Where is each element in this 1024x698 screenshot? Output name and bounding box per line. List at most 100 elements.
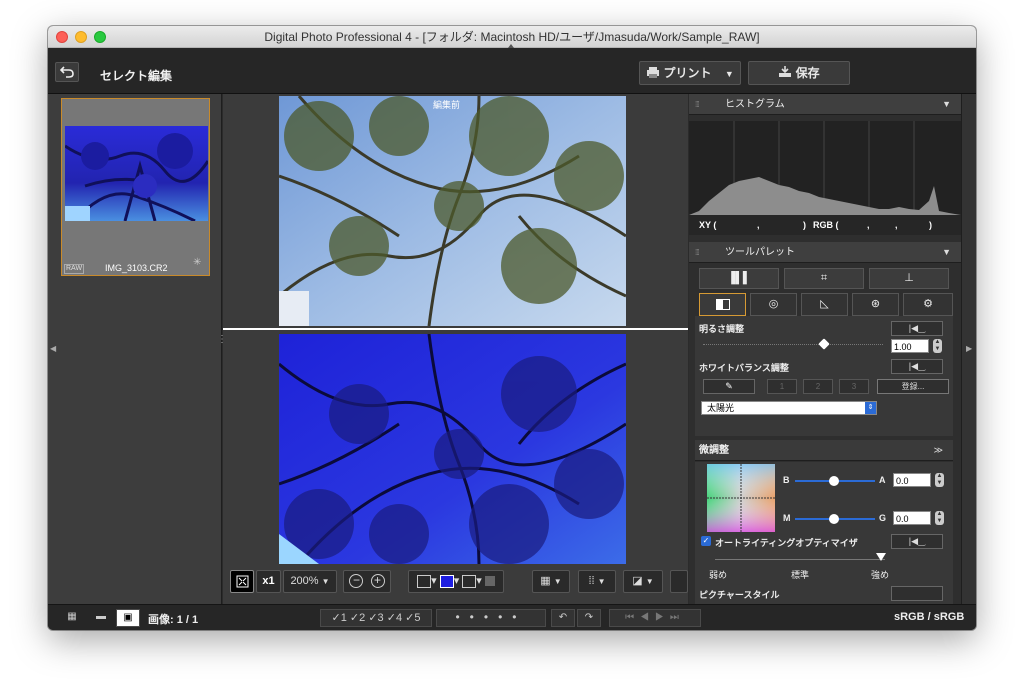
zoom-select[interactable]: 200% ▼ bbox=[283, 570, 337, 593]
highlight-warning-button[interactable]: ◪ ▼ bbox=[623, 570, 663, 593]
save-button[interactable]: 保存 bbox=[748, 61, 850, 85]
alo-reset-button[interactable]: |◀‿ bbox=[891, 534, 943, 549]
xy-separator: , bbox=[757, 220, 760, 230]
double-chevron-down-icon[interactable]: ≫ bbox=[934, 440, 943, 461]
close-window-button[interactable] bbox=[56, 31, 68, 43]
tab-settings[interactable]: ⚙ bbox=[903, 293, 953, 316]
fine-tune-header[interactable]: 微調整 ≫ bbox=[695, 440, 953, 461]
rotate-right-button[interactable]: ↷ bbox=[577, 609, 601, 627]
tab-stamp[interactable]: ⊥ bbox=[869, 268, 949, 289]
pane-resize-handle[interactable]: ⋮ bbox=[217, 334, 227, 345]
wb-slot-2[interactable]: 2 bbox=[803, 379, 833, 394]
left-collapse-icon[interactable]: ◀ bbox=[50, 344, 56, 353]
image-viewer: ⋮ 編集前 x1 200% ▼ − + ▾ ▾ ▾ ▦ ▼ ⁞⁞ ▼ ◪ ▼ bbox=[217, 94, 688, 604]
alo-label: オートライティングオプティマイザ bbox=[715, 538, 858, 548]
last-image-icon[interactable]: ⏭ bbox=[670, 612, 685, 623]
zoom-out-icon[interactable]: − bbox=[349, 574, 364, 589]
compare-divider[interactable] bbox=[223, 328, 688, 330]
tool-palette-header[interactable]: ⁞⁞⁞ ツールパレット ▼ bbox=[689, 242, 961, 263]
first-image-icon[interactable]: ⏮ bbox=[625, 612, 640, 623]
a-input[interactable]: 0.0 bbox=[893, 473, 931, 487]
tab-basic-adjust[interactable]: ▐▌▌ bbox=[699, 268, 779, 289]
wb-slot-1[interactable]: 1 bbox=[767, 379, 797, 394]
eyedropper-button[interactable]: ✎ bbox=[703, 379, 755, 394]
brightness-input[interactable]: 1.00 bbox=[891, 339, 929, 353]
navigation-buttons[interactable]: ⏮◀▶⏭ bbox=[609, 609, 701, 627]
zoom-in-icon[interactable]: + bbox=[370, 574, 385, 589]
brightness-stepper[interactable]: ▲ ▼ bbox=[933, 339, 942, 353]
drag-grip-icon[interactable]: ⁞⁞⁞ bbox=[695, 94, 700, 115]
b-a-slider-knob[interactable] bbox=[829, 476, 839, 486]
collapse-icon[interactable]: ▼ bbox=[942, 242, 951, 263]
gear-icon: ⚙ bbox=[923, 298, 933, 310]
rating-5[interactable]: ✓5 bbox=[405, 612, 420, 624]
right-collapse-icon[interactable]: ▶ bbox=[966, 344, 972, 353]
layout-horizontal-split-icon[interactable] bbox=[462, 574, 477, 588]
fit-screen-icon bbox=[236, 575, 248, 588]
chevron-down-icon: ▼ bbox=[321, 577, 330, 586]
brightness-slider-knob[interactable] bbox=[818, 338, 830, 350]
fit-screen-button[interactable] bbox=[230, 570, 254, 593]
alo-slider-knob[interactable] bbox=[876, 553, 886, 561]
grid-button[interactable]: ▦ ▼ bbox=[532, 570, 570, 593]
grid-icon: ▦ bbox=[540, 575, 551, 587]
wb-slot-3[interactable]: 3 bbox=[839, 379, 869, 394]
rotate-right-icon: ↷ bbox=[584, 612, 594, 623]
alo-checkbox[interactable]: ✓ bbox=[701, 536, 711, 546]
zoom-1x-button[interactable]: x1 bbox=[256, 570, 281, 593]
chevron-down-icon[interactable]: ▼ bbox=[725, 69, 734, 79]
wb-preset-select[interactable]: 太陽光 ⇕ bbox=[701, 401, 877, 415]
rating-4[interactable]: ✓4 bbox=[387, 612, 402, 624]
raw-badge: RAW bbox=[64, 264, 85, 274]
tab-basic[interactable] bbox=[699, 293, 746, 316]
tab-color[interactable]: ⊛ bbox=[852, 293, 899, 316]
more-button[interactable] bbox=[670, 570, 688, 593]
right-collapse-strip[interactable]: ▶ bbox=[961, 94, 976, 604]
tab-tone-curve[interactable]: ◺ bbox=[801, 293, 848, 316]
layout-single-icon[interactable] bbox=[417, 574, 432, 588]
view-edit-button[interactable]: ▣ bbox=[116, 609, 140, 627]
g-input[interactable]: 0.0 bbox=[893, 511, 931, 525]
prev-image-icon[interactable]: ◀ bbox=[640, 612, 655, 623]
brightness-label: 明るさ調整 bbox=[699, 324, 745, 334]
brightness-reset-button[interactable]: |◀‿ bbox=[891, 321, 943, 336]
stamp-icon: ⊥ bbox=[904, 272, 914, 284]
wb-color-grid[interactable] bbox=[707, 464, 775, 532]
layout-vertical-split-icon[interactable] bbox=[439, 574, 454, 588]
wb-register-button[interactable]: 登録... bbox=[877, 379, 949, 394]
edit-view-icon: ▣ bbox=[123, 612, 133, 623]
zoom-buttons: − + bbox=[343, 570, 391, 593]
fine-tune-section: B A 0.0 ▲ ▼ M G 0.0 ▲ ▼ ✓ オートライティングオプティマイザ… bbox=[695, 462, 953, 604]
reset-icon: |◀‿ bbox=[908, 361, 926, 371]
wb-reset-button[interactable]: |◀‿ bbox=[891, 359, 943, 374]
brightness-slider[interactable] bbox=[703, 344, 883, 346]
rotate-left-button[interactable]: ↶ bbox=[551, 609, 575, 627]
g-stepper[interactable]: ▲ ▼ bbox=[935, 511, 944, 525]
before-label: 編集前 bbox=[433, 100, 461, 110]
compare-icon[interactable] bbox=[484, 576, 495, 587]
drag-grip-icon[interactable]: ⁞⁞⁞ bbox=[695, 242, 700, 263]
thumbnail-item[interactable]: RAW IMG_3103.CR2 ✳ bbox=[61, 98, 210, 276]
view-filmstrip-button[interactable]: ▬ bbox=[88, 609, 114, 627]
alo-slider[interactable] bbox=[715, 559, 885, 560]
next-image-icon[interactable]: ▶ bbox=[655, 612, 670, 623]
rating-3[interactable]: ✓3 bbox=[368, 612, 383, 624]
app-window: Digital Photo Professional 4 - [フォルダ: Ma… bbox=[48, 26, 976, 630]
tab-trimming[interactable]: ⌗ bbox=[784, 268, 864, 289]
rating-1[interactable]: ✓1 bbox=[332, 612, 347, 624]
zoom-window-button[interactable] bbox=[94, 31, 106, 43]
collapse-icon[interactable]: ▼ bbox=[942, 94, 951, 115]
print-button[interactable]: プリント ▼ bbox=[639, 61, 741, 85]
tab-lens[interactable]: ◎ bbox=[750, 293, 797, 316]
view-grid-button[interactable]: ▦ bbox=[59, 609, 85, 627]
a-stepper[interactable]: ▲ ▼ bbox=[935, 473, 944, 487]
back-button[interactable] bbox=[55, 62, 79, 82]
m-g-slider-knob[interactable] bbox=[829, 514, 839, 524]
histogram-header[interactable]: ⁞⁞⁞ ヒストグラム ▼ bbox=[689, 94, 961, 115]
minimize-window-button[interactable] bbox=[75, 31, 87, 43]
main-toolbar: セレクト編集 プリント ▼ 保存 bbox=[48, 48, 976, 94]
picture-style-reset-button[interactable] bbox=[891, 586, 943, 601]
star-rating-dots[interactable]: ••••• bbox=[436, 609, 546, 627]
rating-2[interactable]: ✓2 bbox=[350, 612, 365, 624]
af-point-button[interactable]: ⁞⁞ ▼ bbox=[578, 570, 616, 593]
